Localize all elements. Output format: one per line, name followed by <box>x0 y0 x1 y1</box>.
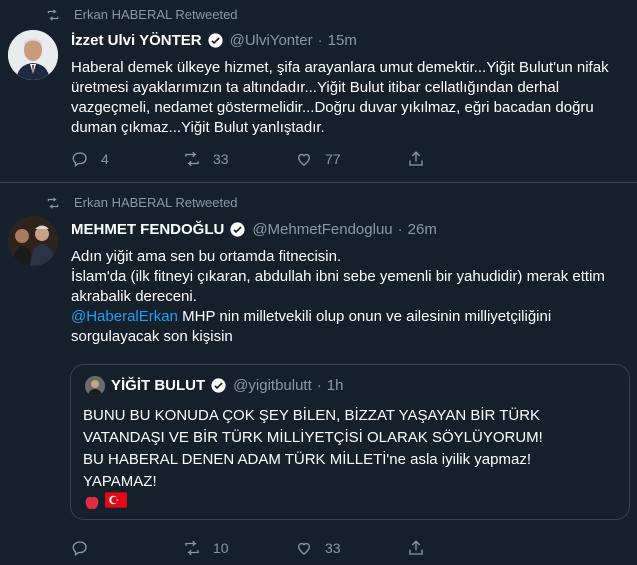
author-name[interactable]: MEHMET FENDOĞLU <box>71 221 224 238</box>
mention-link[interactable]: @HaberalErkan <box>71 308 178 325</box>
verified-badge-icon <box>210 377 227 394</box>
retweet-button[interactable]: 10 <box>183 539 295 557</box>
tweet-text: Haberal demek ülkeye hizmet, şifa arayan… <box>71 59 609 136</box>
turkey-flag-icon <box>105 492 127 508</box>
like-count: 33 <box>325 540 341 556</box>
reply-button[interactable] <box>71 539 183 557</box>
tweet-actions: 10 33 <box>71 539 519 557</box>
retweet-icon <box>185 151 199 167</box>
separator-dot: · <box>397 221 403 238</box>
quoted-tweet[interactable]: YİĞİT BULUT @yigitbulutt · 1h BUNU BU KO… <box>70 364 630 520</box>
reply-icon <box>72 152 87 168</box>
retweet-label[interactable]: Erkan HABERAL Retweeted <box>74 7 238 22</box>
author-name[interactable]: İzzet Ulvi YÖNTER <box>71 32 202 49</box>
heart-icon <box>298 153 310 166</box>
retweet-icon <box>46 196 60 210</box>
avatar[interactable] <box>8 216 58 266</box>
quote-emojis <box>83 492 127 510</box>
tweet-text: Adın yiğit ama sen bu ortamda fitnecisin… <box>71 247 631 347</box>
tweet-header: MEHMET FENDOĞLU @MehmetFendogluu · 26m <box>71 221 437 238</box>
retweet-count: 10 <box>213 540 229 556</box>
verified-badge-icon <box>207 32 224 49</box>
author-handle[interactable]: @UlviYonter <box>230 32 313 49</box>
share-button[interactable] <box>407 539 519 557</box>
retweet-label[interactable]: Erkan HABERAL Retweeted <box>74 195 238 210</box>
reply-button[interactable]: 4 <box>71 150 183 168</box>
separator-dot: · <box>316 377 322 394</box>
like-count: 77 <box>325 151 341 167</box>
avatar[interactable] <box>8 30 58 80</box>
quote-author-handle[interactable]: @yigitbulutt <box>233 377 312 394</box>
text-line: Adın yiğit ama sen bu ortamda fitnecisin… <box>71 248 342 265</box>
tweet-actions: 4 33 77 <box>71 150 519 168</box>
quote-avatar[interactable] <box>85 376 105 396</box>
tweet[interactable]: Erkan HABERAL Retweeted İzzet Ulvi YÖNTE… <box>0 0 637 183</box>
like-button[interactable]: 33 <box>295 539 407 557</box>
timestamp[interactable]: 26m <box>408 221 437 238</box>
quote-author-name[interactable]: YİĞİT BULUT <box>111 377 205 394</box>
quote-text: BUNU BU KONUDA ÇOK ŞEY BİLEN, BİZZAT YAŞ… <box>83 407 543 490</box>
timestamp[interactable]: 15m <box>328 32 357 49</box>
tweet-header: İzzet Ulvi YÖNTER @UlviYonter · 15m <box>71 32 357 49</box>
retweet-indicator: Erkan HABERAL Retweeted <box>46 195 238 210</box>
verified-badge-icon <box>229 221 246 238</box>
heart-icon <box>298 542 310 555</box>
retweet-icon <box>46 8 60 22</box>
retweet-count: 33 <box>213 151 229 167</box>
retweet-indicator: Erkan HABERAL Retweeted <box>46 7 238 22</box>
quote-timestamp[interactable]: 1h <box>327 377 344 394</box>
retweet-icon <box>185 540 199 556</box>
share-icon <box>409 151 423 166</box>
share-button[interactable] <box>407 150 519 168</box>
retweet-button[interactable]: 33 <box>183 150 295 168</box>
share-icon <box>409 540 423 555</box>
like-button[interactable]: 77 <box>295 150 407 168</box>
reply-count: 4 <box>101 151 109 167</box>
apple-emoji-icon <box>85 494 99 510</box>
separator-dot: · <box>317 32 323 49</box>
quote-header: YİĞİT BULUT @yigitbulutt · 1h <box>111 377 343 394</box>
author-handle[interactable]: @MehmetFendogluu <box>252 221 392 238</box>
reply-icon <box>72 541 87 557</box>
tweet[interactable]: Erkan HABERAL Retweeted MEHMET FENDOĞLU … <box>0 184 637 565</box>
text-line: İslam'da (ilk fitneyi çıkaran, abdullah … <box>71 268 605 305</box>
